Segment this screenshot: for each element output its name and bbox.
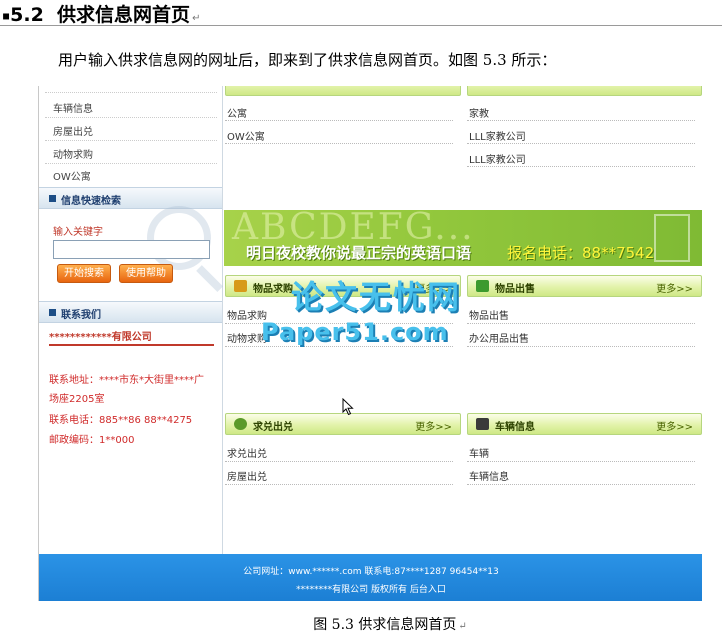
sidebar-link[interactable]: 动物求购: [53, 146, 93, 161]
list-item[interactable]: 动物求购: [227, 330, 267, 345]
contact-address-line2: 场座2205室: [49, 394, 105, 405]
basket-icon: [234, 418, 247, 430]
top-right-panel-header: [467, 86, 702, 96]
contact-address-line1: 联系地址：****市东*大街里****广: [49, 375, 204, 386]
divider: [467, 346, 695, 347]
panel-header-vehicles: 车辆信息 更多>>: [467, 413, 702, 435]
divider: [225, 484, 453, 485]
ad-banner[interactable]: ABCDEFG... 明日夜校教你说最正宗的英语口语 报名电话：88**7542: [224, 210, 702, 266]
list-item[interactable]: 公寓: [227, 105, 247, 120]
divider: [45, 92, 217, 93]
panel-header-transfer: 求兑出兑 更多>>: [225, 413, 461, 435]
sidebar: 车辆信息 房屋出兑 动物求购 OW公寓 信息快速检索 输入关键字 开始搜索 使用…: [39, 86, 224, 554]
divider: [225, 323, 453, 324]
help-button[interactable]: 使用帮助: [119, 264, 173, 283]
footer-line1: 公司网址：www.******.com 联系电:87****1287 96454…: [243, 567, 499, 577]
goods-icon: [234, 280, 247, 292]
heading-text: 供求信息网首页: [57, 4, 191, 26]
more-link[interactable]: 更多>>: [415, 418, 452, 433]
keyword-label: 输入关键字: [53, 227, 103, 238]
section-heading: ▪5.2 供求信息网首页 ↵: [2, 0, 201, 26]
sidebar-link[interactable]: OW公寓: [53, 168, 91, 183]
list-item[interactable]: 物品求购: [227, 307, 267, 322]
truck-icon: [476, 418, 489, 430]
top-left-panel-header: [225, 86, 461, 96]
list-item[interactable]: OW公寓: [227, 128, 265, 143]
list-item[interactable]: 办公用品出售: [469, 330, 529, 345]
panel-title: 物品求购: [253, 284, 293, 295]
contact-section-title: 联系我们: [61, 310, 101, 321]
sidebar-link[interactable]: 房屋出兑: [53, 123, 93, 138]
list-item[interactable]: 车辆信息: [469, 468, 509, 483]
gift-icon: [476, 280, 489, 292]
list-item[interactable]: 车辆: [469, 445, 489, 460]
list-item[interactable]: 求兑出兑: [227, 445, 267, 460]
contact-postcode: 邮政编码：1**000: [49, 435, 135, 446]
square-bullet-icon: [49, 195, 56, 202]
site-footer: 公司网址：www.******.com 联系电:87****1287 96454…: [39, 554, 702, 601]
panel-header-for-sale: 物品出售 更多>>: [467, 275, 702, 297]
heading-number: 5.2: [10, 4, 44, 26]
list-item[interactable]: 家教: [469, 105, 489, 120]
divider: [467, 166, 695, 167]
footer-line2[interactable]: ********有限公司 版权所有 后台入口: [39, 582, 702, 595]
figure-caption: 图 5.3 供求信息网首页 ↵: [0, 614, 722, 634]
square-bullet-icon: [49, 309, 56, 316]
list-item[interactable]: 房屋出兑: [227, 468, 267, 483]
list-item[interactable]: LLL家教公司: [469, 128, 526, 143]
list-item[interactable]: LLL家教公司: [469, 151, 526, 166]
magnifier-watermark-icon: [147, 206, 211, 270]
divider: [225, 461, 453, 462]
divider: [225, 346, 453, 347]
sidebar-link[interactable]: 车辆信息: [53, 100, 93, 115]
panel-title: 求兑出兑: [253, 422, 293, 433]
heading-bullet: ▪: [2, 8, 11, 23]
contact-section-header: 联系我们: [39, 301, 222, 323]
panel-title: 车辆信息: [495, 422, 535, 433]
search-section-header: 信息快速检索: [39, 187, 222, 209]
divider: [45, 140, 217, 141]
search-button[interactable]: 开始搜索: [57, 264, 111, 283]
more-link[interactable]: 更多>>: [656, 418, 693, 433]
divider: [467, 120, 695, 121]
banner-phone: 报名电话：88**7542: [507, 244, 655, 262]
company-name: ************有限公司: [49, 332, 152, 343]
magnifier-handle-decoration: [196, 265, 224, 293]
divider: [467, 143, 695, 144]
list-item[interactable]: 物品出售: [469, 307, 509, 322]
figure-caption-text: 图 5.3 供求信息网首页: [313, 617, 457, 633]
building-icon: [654, 214, 690, 262]
contact-phone: 联系电话：885**86 88**4275: [49, 415, 193, 426]
divider: [225, 143, 453, 144]
divider: [467, 461, 695, 462]
website-screenshot: 车辆信息 房屋出兑 动物求购 OW公寓 信息快速检索 输入关键字 开始搜索 使用…: [38, 86, 702, 601]
paragraph-mark: ↵: [192, 13, 201, 24]
panel-title: 物品出售: [495, 284, 535, 295]
divider: [45, 163, 217, 164]
mouse-cursor-icon: [342, 398, 354, 416]
keyword-input[interactable]: [53, 240, 210, 259]
heading-underline: [0, 25, 722, 26]
more-link[interactable]: 更多>>: [656, 280, 693, 295]
panel-header-wanted: 物品求购 更多>>: [225, 275, 461, 297]
divider: [467, 323, 695, 324]
paragraph-mark: ↵: [458, 621, 467, 632]
company-underline: [49, 344, 214, 346]
more-link[interactable]: 更多>>: [415, 280, 452, 295]
search-section-title: 信息快速检索: [61, 196, 121, 207]
body-paragraph: 用户输入供求信息网的网址后，即来到了供求信息网首页。如图 5.3 所示：: [58, 51, 557, 69]
divider: [45, 117, 217, 118]
divider: [225, 120, 453, 121]
banner-slogan: 明日夜校教你说最正宗的英语口语: [246, 244, 472, 262]
divider: [467, 484, 695, 485]
